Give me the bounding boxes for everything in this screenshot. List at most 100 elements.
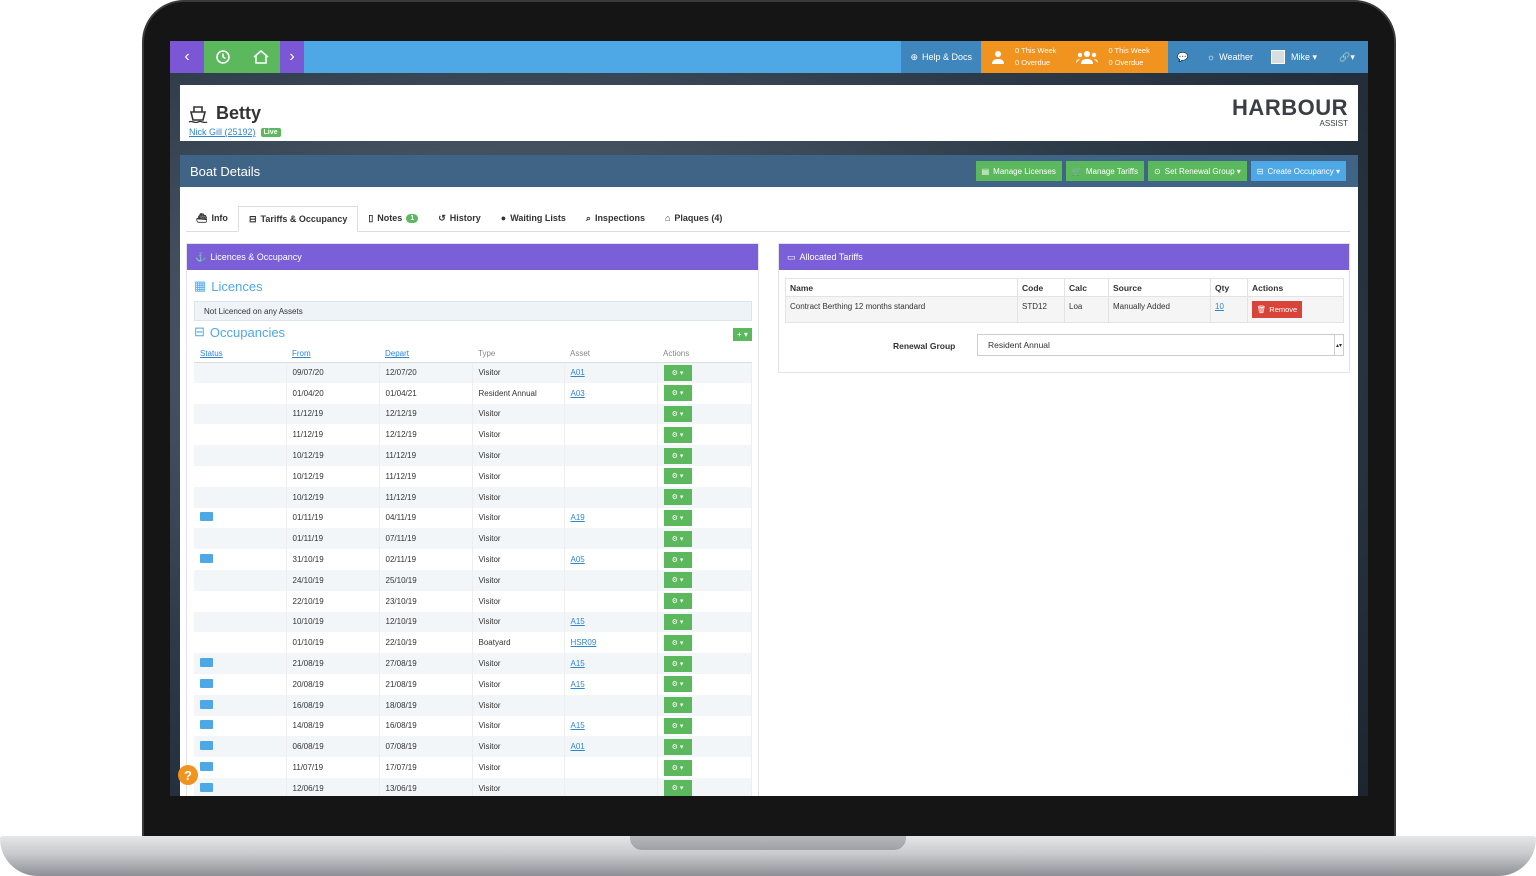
status-cell <box>194 445 287 466</box>
tab-plaques[interactable]: ⌂ Plaques (4) <box>655 205 732 231</box>
row-actions-button[interactable]: ⚙ ▾ <box>663 634 692 651</box>
row-actions-button[interactable]: ⚙ ▾ <box>663 405 692 422</box>
asset-cell: A01 <box>564 362 658 383</box>
actions-cell: ⚙ ▾ <box>657 611 752 633</box>
gear-icon: ⚙ ▾ <box>671 577 684 585</box>
row-actions-button[interactable]: ⚙ ▾ <box>663 426 692 443</box>
status-icon <box>200 554 213 564</box>
tab-info[interactable]: ⛴ Info <box>186 205 238 231</box>
help-docs-button[interactable]: ⊕ Help & Docs <box>901 41 982 73</box>
row-actions-button[interactable]: ⚙ ▾ <box>663 385 692 402</box>
row-actions-button[interactable]: ⚙ ▾ <box>663 759 692 776</box>
status-cell <box>194 424 287 446</box>
history-icon <box>216 50 230 64</box>
home-button[interactable] <box>242 41 280 73</box>
depart-cell: 12/07/20 <box>379 362 473 383</box>
user-icon <box>992 51 1005 64</box>
type-cell: Boatyard <box>472 632 565 654</box>
history-button[interactable] <box>204 41 242 73</box>
asset-link[interactable]: A15 <box>571 721 585 730</box>
tab-tariffs-occupancy[interactable]: ⊟ Tariffs & Occupancy <box>237 206 359 232</box>
chat-button[interactable]: 💬 <box>1167 41 1198 73</box>
asset-link[interactable]: A01 <box>571 368 585 377</box>
occupancies-heading: ⊟ Occupancies <box>194 324 285 340</box>
table-row: 09/07/20 12/07/20 Visitor A01 ⚙ ▾ <box>194 362 752 383</box>
row-actions-button[interactable]: ⚙ ▾ <box>663 676 692 693</box>
tab-notes[interactable]: ▯ Notes 1 <box>358 205 428 231</box>
asset-link[interactable]: A15 <box>571 680 585 689</box>
help-fab-button[interactable]: ? <box>178 765 198 785</box>
back-button[interactable]: ‹ <box>170 41 204 73</box>
row-actions-button[interactable]: ⚙ ▾ <box>663 530 692 547</box>
table-row: 20/08/19 21/08/19 Visitor A15 ⚙ ▾ <box>194 673 752 695</box>
col-status[interactable]: Status <box>194 346 286 363</box>
asset-link[interactable]: A15 <box>571 659 585 668</box>
weather-button[interactable]: ☼ Weather <box>1197 41 1262 73</box>
asset-link[interactable]: A05 <box>571 555 585 564</box>
asset-link[interactable]: A15 <box>571 617 585 626</box>
status-cell <box>194 362 287 383</box>
renewal-group-select[interactable]: Resident Annual ▴▾ <box>977 334 1344 356</box>
manage-tariffs-button[interactable]: 🛒 Manage Tariffs <box>1065 161 1145 181</box>
users-icon <box>1076 51 1099 64</box>
user-menu[interactable]: Mike ▾ <box>1261 41 1326 73</box>
row-actions-button[interactable]: ⚙ ▾ <box>663 551 692 568</box>
table-row: 01/04/20 01/04/21 Resident Annual A03 ⚙ ▾ <box>194 382 752 404</box>
remove-button[interactable]: 🗑 Remove <box>1252 301 1302 318</box>
manage-licenses-button[interactable]: ▤ Manage Licenses <box>975 161 1062 181</box>
tariff-qty-cell: 10 <box>1210 296 1248 323</box>
tab-inspections[interactable]: ⌕ Inspections <box>576 205 655 231</box>
tab-waiting-lists[interactable]: ● Waiting Lists <box>491 205 576 231</box>
add-occupancy-button[interactable]: + ▾ <box>733 328 752 341</box>
harbour-assist-logo: HARBOUR ASSIST <box>1232 95 1348 128</box>
asset-link[interactable]: A19 <box>571 513 585 522</box>
asset-link[interactable]: HSR09 <box>571 638 597 647</box>
depart-cell: 21/08/19 <box>379 673 473 695</box>
row-actions-button[interactable]: ⚙ ▾ <box>663 572 692 589</box>
tab-history[interactable]: ↺ History <box>428 205 491 231</box>
from-cell: 11/12/19 <box>286 403 380 425</box>
col-calc: Calc <box>1064 278 1109 297</box>
asset-cell: A15 <box>564 653 658 674</box>
links-menu[interactable]: 🔗▾ <box>1326 41 1368 73</box>
chevron-left-icon: ‹ <box>184 48 190 65</box>
tariff-qty-link[interactable]: 10 <box>1215 302 1224 311</box>
tab-label: Tariffs & Occupancy <box>260 214 348 224</box>
owner-link[interactable]: Nick Gill (25192) <box>189 127 256 137</box>
tag-icon: ⌂ <box>664 213 671 223</box>
row-actions-button[interactable]: ⚙ ▾ <box>663 717 692 734</box>
panel-actions: ▤ Manage Licenses 🛒 Manage Tariffs ⊙ Set Re… <box>975 161 1346 181</box>
table-row: 01/10/19 22/10/19 Boatyard HSR09 ⚙ ▾ <box>194 632 752 654</box>
type-cell: Visitor <box>472 403 565 425</box>
asset-cell: A19 <box>564 507 658 529</box>
row-actions-button[interactable]: ⚙ ▾ <box>663 364 692 381</box>
set-renewal-group-button[interactable]: ⊙ Set Renewal Group ▾ <box>1148 161 1247 181</box>
forward-button[interactable]: › <box>280 41 304 73</box>
row-actions-button[interactable]: ⚙ ▾ <box>663 697 692 714</box>
col-from[interactable]: From <box>286 346 379 363</box>
money-icon: ▭ <box>787 251 796 262</box>
logo-main: HARBOUR <box>1232 95 1348 120</box>
row-actions-button[interactable]: ⚙ ▾ <box>663 593 692 610</box>
actions-cell: ⚙ ▾ <box>657 694 752 716</box>
row-actions-button[interactable]: ⚙ ▾ <box>663 468 692 485</box>
type-cell: Visitor <box>472 777 565 796</box>
row-actions-button[interactable]: ⚙ ▾ <box>663 738 692 755</box>
history-icon: ↺ <box>438 212 446 223</box>
row-actions-button[interactable]: ⚙ ▾ <box>663 780 692 796</box>
actions-cell: ⚙ ▾ <box>657 653 752 674</box>
row-actions-button[interactable]: ⚙ ▾ <box>663 447 692 464</box>
row-actions-button[interactable]: ⚙ ▾ <box>663 655 692 672</box>
team-tasks-button[interactable]: 0 This Week 0 Overdue <box>1066 41 1168 73</box>
row-actions-button[interactable]: ⚙ ▾ <box>663 489 692 506</box>
user-tasks-button[interactable]: 0 This Week 0 Overdue <box>981 41 1067 73</box>
user-task-stats: 0 This Week 0 Overdue <box>1015 45 1056 69</box>
row-actions-button[interactable]: ⚙ ▾ <box>663 509 692 526</box>
col-depart[interactable]: Depart <box>379 346 472 363</box>
status-cell <box>194 777 287 796</box>
asset-link[interactable]: A03 <box>571 389 585 398</box>
home-icon <box>253 50 269 64</box>
row-actions-button[interactable]: ⚙ ▾ <box>663 613 692 630</box>
create-occupancy-button[interactable]: ⊟ Create Occupancy ▾ <box>1250 161 1346 181</box>
asset-link[interactable]: A01 <box>571 742 585 751</box>
